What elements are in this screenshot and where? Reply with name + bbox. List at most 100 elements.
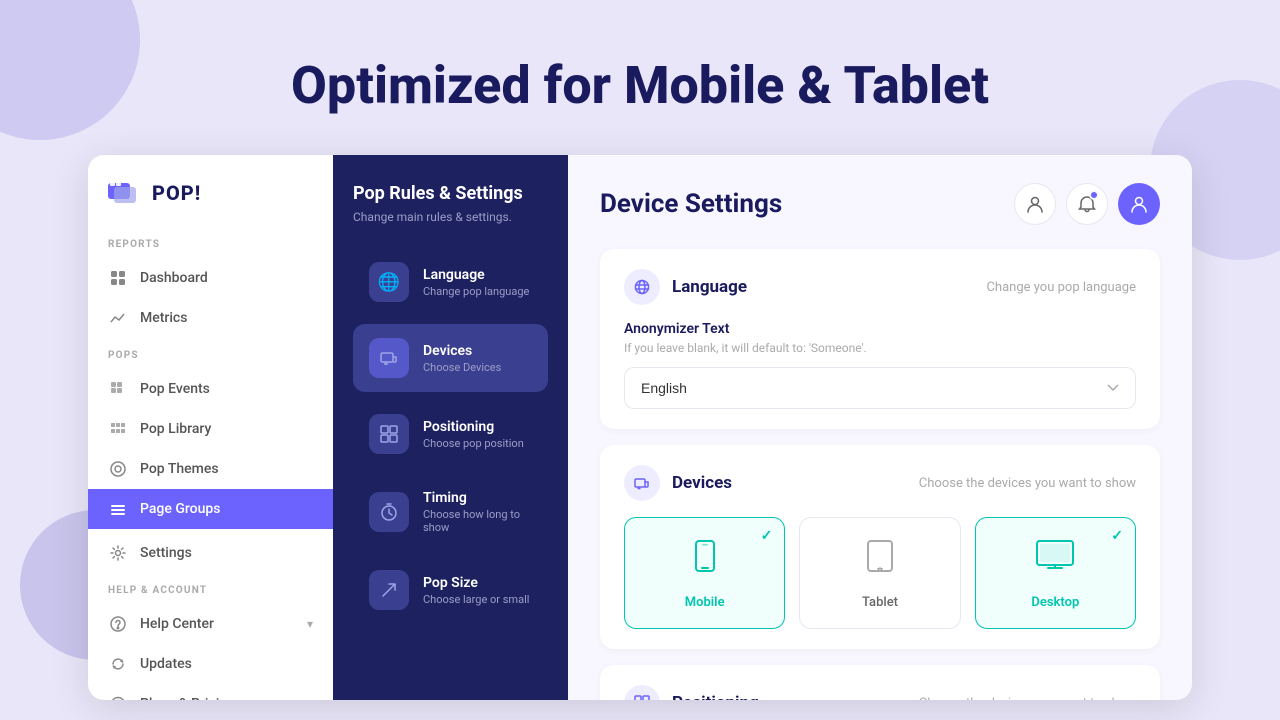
notification-dot [1089,190,1099,200]
pop-library-label: Pop Library [140,421,211,437]
sidebar-item-settings[interactable]: Settings [88,533,333,573]
mobile-device-icon [685,536,725,585]
anonymizer-label: Anonymizer Text [624,321,1136,337]
devices-menu-label: Devices [423,343,501,359]
tablet-device-label: Tablet [862,595,898,610]
updates-icon [108,654,128,674]
sidebar-item-page-groups[interactable]: Page Groups [88,489,333,529]
middle-panel-title: Pop Rules & Settings [353,183,548,204]
plans-pricing-icon [108,694,128,700]
user-avatar-button[interactable] [1118,183,1160,225]
notifications-button[interactable] [1066,183,1108,225]
bg-decoration-1 [0,0,140,140]
reports-section-label: REPORTS [88,239,333,258]
menu-item-pop-size[interactable]: Pop Size Choose large or small [353,556,548,624]
timing-menu-icon [369,492,409,532]
positioning-card-icon [624,685,660,700]
sidebar-item-pop-themes[interactable]: Pop Themes [88,449,333,489]
sidebar-item-help-center[interactable]: Help Center ▾ [88,604,333,644]
positioning-card-title: Positioning [672,693,759,700]
language-select[interactable]: English Spanish French German [624,367,1136,409]
right-panel: Device Settings [568,155,1192,700]
sidebar: POP! REPORTS Dashboard Metrics [88,155,333,700]
pop-events-label: Pop Events [140,381,210,397]
pop-size-menu-icon [369,570,409,610]
middle-panel: Pop Rules & Settings Change main rules &… [333,155,568,700]
positioning-menu-icon [369,414,409,454]
pop-library-icon [108,419,128,439]
sidebar-item-pop-events[interactable]: Pop Events [88,369,333,409]
devices-card-icon [624,465,660,501]
language-settings-card: Language Change you pop language Anonymi… [600,249,1160,429]
pop-events-icon [108,379,128,399]
desktop-device-label: Desktop [1031,595,1079,610]
sidebar-item-metrics[interactable]: Metrics [88,298,333,338]
menu-item-language[interactable]: 🌐 Language Change pop language [353,248,548,316]
positioning-menu-sublabel: Choose pop position [423,437,524,450]
pop-size-menu-sublabel: Choose large or small [423,593,529,606]
language-menu-sublabel: Change pop language [423,285,529,298]
pop-themes-icon [108,459,128,479]
timing-menu-label: Timing [423,490,532,506]
positioning-settings-card: Positioning Choose the devices you want … [600,665,1160,700]
middle-panel-subtitle: Change main rules & settings. [353,210,548,224]
positioning-menu-label: Positioning [423,419,524,435]
language-menu-label: Language [423,267,529,283]
metrics-icon [108,308,128,328]
device-card-tablet[interactable]: Tablet [799,517,960,629]
language-menu-icon: 🌐 [369,262,409,302]
mobile-checkmark: ✓ [761,528,773,544]
help-center-chevron: ▾ [307,617,313,631]
help-section-label: HELP & ACCOUNT [88,585,333,604]
sidebar-logo: POP! [88,179,333,231]
positioning-card-header: Positioning Choose the devices you want … [624,685,1136,700]
devices-settings-card: Devices Choose the devices you want to s… [600,445,1160,649]
right-panel-title: Device Settings [600,189,782,219]
updates-label: Updates [140,656,192,672]
user-profile-button[interactable] [1014,183,1056,225]
dashboard-label: Dashboard [140,270,208,286]
settings-label: Settings [140,545,192,561]
devices-menu-icon [369,338,409,378]
sidebar-item-pop-library[interactable]: Pop Library [88,409,333,449]
help-center-icon [108,614,128,634]
settings-icon [108,543,128,563]
language-card-title: Language [672,277,747,297]
sidebar-item-updates[interactable]: Updates [88,644,333,684]
pops-section-label: POPS [88,350,333,369]
tablet-device-icon [860,536,900,585]
devices-card-header: Devices Choose the devices you want to s… [624,465,1136,501]
right-panel-header: Device Settings [600,183,1160,225]
main-container: POP! REPORTS Dashboard Metrics [88,155,1192,700]
logo-icon [108,179,144,207]
devices-menu-sublabel: Choose Devices [423,361,501,374]
logo-text: POP! [152,181,201,205]
device-cards-row: ✓ Mobile [624,517,1136,629]
hero-title: Optimized for Mobile & Tablet [291,55,989,116]
devices-card-title: Devices [672,473,732,493]
mobile-device-label: Mobile [685,595,725,610]
page-groups-label: Page Groups [140,501,220,517]
pop-themes-label: Pop Themes [140,461,219,477]
devices-card-desc: Choose the devices you want to show [919,476,1136,491]
device-card-desktop[interactable]: ✓ Desktop [975,517,1136,629]
device-card-mobile[interactable]: ✓ Mobile [624,517,785,629]
sidebar-item-plans-pricing[interactable]: Plans & Pricing [88,684,333,700]
menu-item-timing[interactable]: Timing Choose how long to show [353,476,548,548]
desktop-device-icon [1033,536,1077,585]
page-groups-icon [108,499,128,519]
plans-pricing-label: Plans & Pricing [140,696,235,700]
desktop-checkmark: ✓ [1111,528,1123,544]
language-card-header: Language Change you pop language [624,269,1136,305]
anonymizer-hint: If you leave blank, it will default to: … [624,341,1136,355]
language-card-desc: Change you pop language [986,280,1136,295]
dashboard-icon [108,268,128,288]
language-card-icon [624,269,660,305]
positioning-card-desc: Choose the devices you want to show [919,696,1136,701]
menu-item-devices[interactable]: Devices Choose Devices [353,324,548,392]
menu-item-positioning[interactable]: Positioning Choose pop position [353,400,548,468]
sidebar-item-dashboard[interactable]: Dashboard [88,258,333,298]
help-center-label: Help Center [140,616,214,632]
pop-size-menu-label: Pop Size [423,575,529,591]
header-icons-group [1014,183,1160,225]
